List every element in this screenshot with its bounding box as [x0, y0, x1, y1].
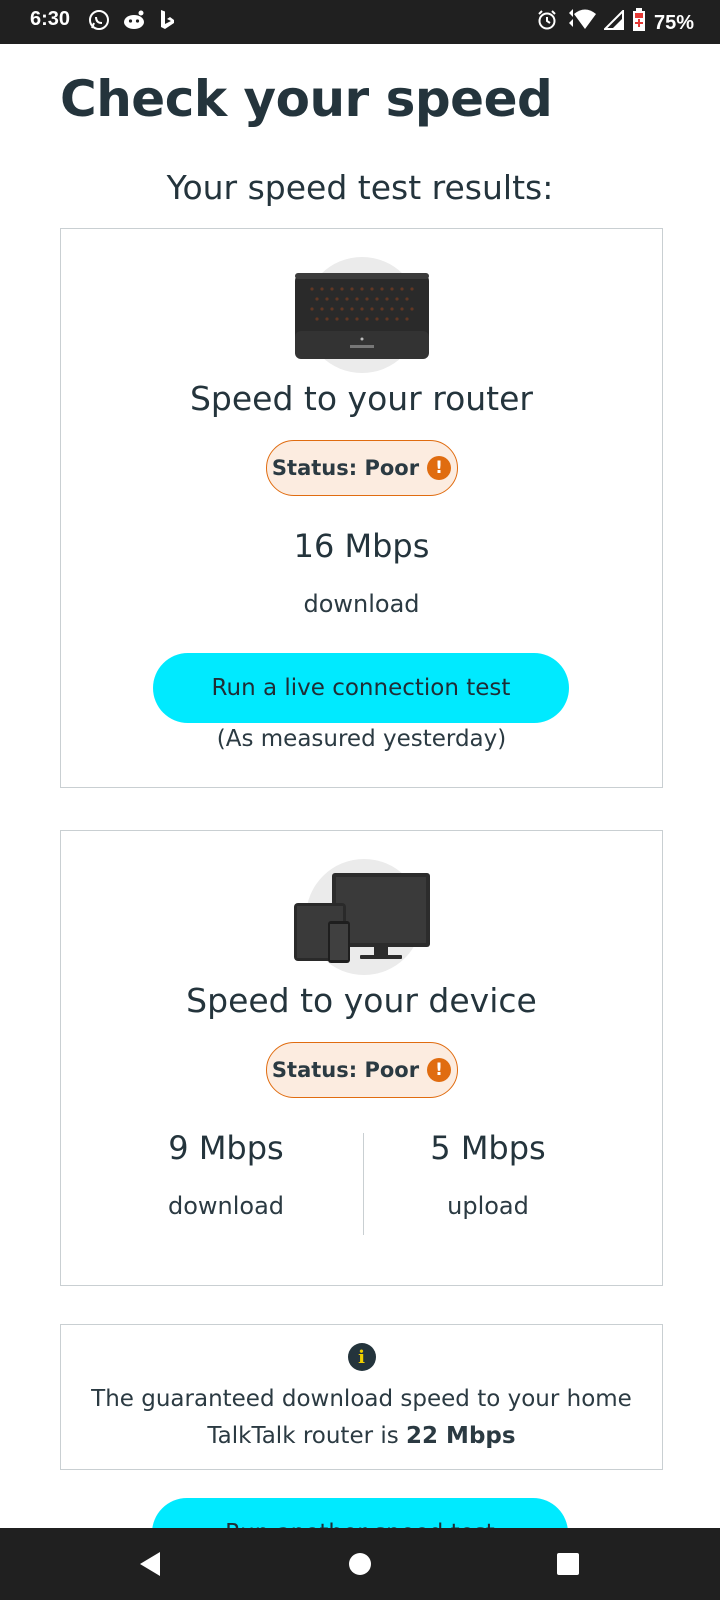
router-image [292, 257, 432, 377]
run-another-test-button[interactable]: Run another speed test [152, 1498, 568, 1528]
bing-icon [158, 9, 176, 35]
info-icon: i [347, 1343, 376, 1371]
warning-icon: ! [427, 456, 452, 480]
results-subheading: Your speed test results: [166, 168, 554, 207]
router-status-text: Status: Poor [271, 456, 420, 480]
device-download-value: 9 Mbps [168, 1129, 284, 1167]
device-speed-card: Speed to your device Status: Poor ! 9 Mb… [60, 830, 663, 1286]
guaranteed-speed-value: 22 Mbps [406, 1423, 516, 1449]
system-icons: 75% [536, 8, 694, 38]
alarm-icon [536, 9, 558, 37]
device-card-title: Speed to your device [186, 981, 537, 1020]
router-download-label: download [303, 590, 420, 618]
navigation-bar [0, 1528, 720, 1600]
signal-icon [602, 8, 624, 36]
device-download-label: download [167, 1192, 285, 1220]
home-icon [349, 1553, 371, 1575]
recents-icon [557, 1553, 579, 1575]
notification-icons [88, 9, 176, 35]
device-status-text: Status: Poor [271, 1058, 420, 1082]
device-upload-label: upload [447, 1192, 529, 1220]
devices-image [292, 859, 432, 979]
device-status-badge: Status: Poor ! [265, 1042, 458, 1098]
home-button[interactable] [300, 1528, 420, 1600]
router-card-title: Speed to your router [189, 379, 533, 418]
router-download-value: 16 Mbps [293, 527, 430, 565]
speed-check-page: Check your speed Your speed test results… [0, 44, 720, 1528]
back-button[interactable] [90, 1528, 210, 1600]
reddit-icon [122, 9, 146, 35]
speed-divider [363, 1133, 364, 1235]
wifi-icon [566, 9, 596, 37]
router-speed-card: Speed to your router Status: Poor ! 16 M… [60, 228, 663, 788]
back-icon [140, 1552, 160, 1576]
router-status-badge: Status: Poor ! [265, 440, 458, 496]
page-title: Check your speed [60, 70, 553, 128]
guaranteed-speed-info: i The guaranteed download speed to your … [60, 1324, 663, 1470]
battery-percent: 75% [653, 11, 694, 34]
guaranteed-speed-text: The guaranteed download speed to your ho… [81, 1381, 642, 1455]
status-bar: 6:30 75% [0, 0, 720, 44]
guaranteed-speed-prefix: The guaranteed download speed to your ho… [91, 1386, 632, 1449]
battery-icon [632, 8, 646, 38]
warning-icon: ! [427, 1058, 452, 1082]
whatsapp-icon [88, 9, 110, 35]
status-time: 6:30 [30, 8, 71, 30]
recents-button[interactable] [508, 1528, 628, 1600]
device-upload-value: 5 Mbps [430, 1129, 546, 1167]
measured-note: (As measured yesterday) [216, 726, 507, 752]
run-live-test-button[interactable]: Run a live connection test [153, 653, 569, 723]
